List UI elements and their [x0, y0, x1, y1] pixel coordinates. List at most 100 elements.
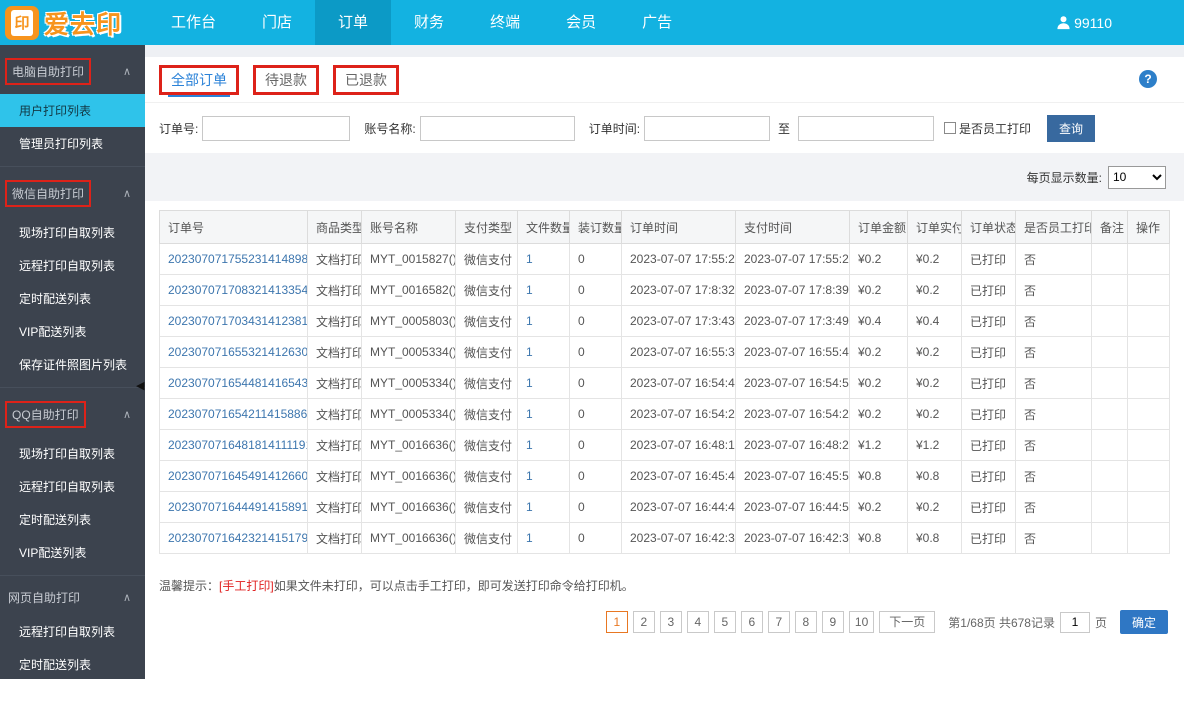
order-number-link[interactable]: 2023070716544814165437	[159, 367, 308, 399]
order-tabs-bar: 全部订单 待退款 已退款?	[145, 57, 1184, 103]
file-count-link[interactable]: 1	[517, 460, 570, 492]
table-cell: 2023-07-07 16:48:18	[621, 429, 736, 461]
page-button-5[interactable]: 5	[713, 611, 736, 633]
order-number-link[interactable]: 2023070716542114158869	[159, 398, 308, 430]
order-number-link[interactable]: 2023070716454914126607	[159, 460, 308, 492]
main-content: 全部订单 待退款 已退款? 订单号: 账号名称: 订单时间: 至 是否员工打印 查询…	[145, 45, 1184, 679]
sidebar-item[interactable]: 远程打印自取列表	[0, 615, 145, 648]
page-button-6[interactable]: 6	[740, 611, 763, 633]
sidebar-item[interactable]: 用户打印列表	[0, 94, 145, 127]
sidebar-item[interactable]: 现场打印自取列表	[0, 437, 145, 470]
sidebar-section-header[interactable]: 电脑自助打印 ∧	[0, 49, 145, 94]
sidebar-section-header[interactable]: 微信自助打印 ∧	[0, 171, 145, 216]
table-cell: 已打印	[961, 398, 1016, 430]
app-logo[interactable]: 印 爱去印	[0, 0, 148, 45]
page-button-3[interactable]: 3	[659, 611, 682, 633]
page-suffix-label: 页	[1094, 615, 1107, 630]
sidebar-item[interactable]: 保存证件照图片列表	[0, 348, 145, 381]
file-count-link[interactable]: 1	[517, 429, 570, 461]
sidebar-section-header[interactable]: QQ自助打印 ∧	[0, 392, 145, 437]
order-number-link[interactable]: 2023070716481814111191	[159, 429, 308, 461]
nav-item-终端[interactable]: 终端	[467, 0, 543, 45]
table-cell: 已打印	[961, 429, 1016, 461]
nav-item-会员[interactable]: 会员	[543, 0, 619, 45]
file-count-link[interactable]: 1	[517, 243, 570, 275]
order-number-link[interactable]: 2023070716423214151794	[159, 522, 308, 554]
table-cell	[1091, 305, 1128, 337]
user-badge[interactable]: 99110	[1056, 15, 1112, 31]
file-count-link[interactable]: 1	[517, 491, 570, 523]
table-cell: 微信支付	[455, 274, 518, 306]
chevron-up-icon: ∧	[122, 66, 131, 78]
order-time-from-input[interactable]	[644, 115, 771, 141]
sidebar-item[interactable]: VIP配送列表	[0, 536, 145, 569]
page-button-10[interactable]: 10	[848, 611, 875, 633]
order-time-to-input[interactable]	[798, 115, 935, 141]
file-count-link[interactable]: 1	[517, 336, 570, 368]
tab-全部订单[interactable]: 全部订单	[168, 68, 230, 97]
page-button-9[interactable]: 9	[821, 611, 844, 633]
order-number-link[interactable]: 2023070717034314123817	[159, 305, 308, 337]
pagesize-select[interactable]: 10	[1108, 165, 1166, 189]
pagesize-label: 每页显示数量:	[1026, 170, 1102, 185]
sidebar-item[interactable]: VIP配送列表	[0, 681, 145, 714]
table-cell: 否	[1015, 274, 1092, 306]
sidebar-item[interactable]: 现场打印自取列表	[0, 216, 145, 249]
file-count-link[interactable]: 1	[517, 398, 570, 430]
table-cell: 否	[1015, 460, 1092, 492]
logo-glyph: 印	[11, 9, 33, 36]
sidebar-item[interactable]: 定时配送列表	[0, 648, 145, 681]
page-button-8[interactable]: 8	[794, 611, 817, 633]
table-row: 2023070716544814165437 文档打印 MYT_0005334() 微…	[159, 367, 1170, 399]
goto-page-input[interactable]	[1059, 611, 1090, 633]
nav-item-门店[interactable]: 门店	[239, 0, 315, 45]
table-row: 2023070717552314148985 文档打印 MYT_0015827() 微…	[159, 243, 1170, 275]
order-number-link[interactable]: 2023070717552314148985	[159, 243, 308, 275]
sidebar-item[interactable]: 定时配送列表	[0, 282, 145, 315]
table-cell: 文档打印	[307, 367, 362, 399]
account-name-input[interactable]	[419, 115, 575, 141]
table-cell: 文档打印	[307, 336, 362, 368]
order-no-input[interactable]	[202, 115, 351, 141]
tab-待退款[interactable]: 待退款	[262, 69, 310, 95]
page-button-2[interactable]: 2	[632, 611, 655, 633]
file-count-link[interactable]: 1	[517, 522, 570, 554]
table-cell: 0	[569, 243, 622, 275]
tab-已退款[interactable]: 已退款	[342, 69, 390, 95]
order-number-link[interactable]: 2023070717083214133540	[159, 274, 308, 306]
hint-highlight[interactable]: [手工打印]	[219, 579, 274, 593]
hint-body: 如果文件未打印，可以点击手工打印，即可发送打印命令给打印机。	[273, 579, 634, 593]
column-header: 订单实付	[907, 210, 962, 244]
table-cell: 否	[1015, 243, 1092, 275]
next-page-button[interactable]: 下一页	[879, 611, 936, 633]
nav-item-订单[interactable]: 订单	[315, 0, 392, 45]
nav-item-财务[interactable]: 财务	[391, 0, 467, 45]
page-button-4[interactable]: 4	[686, 611, 709, 633]
table-cell	[1127, 367, 1170, 399]
page-button-7[interactable]: 7	[767, 611, 790, 633]
employee-print-checkbox[interactable]	[944, 122, 957, 134]
file-count-link[interactable]: 1	[517, 274, 570, 306]
file-count-link[interactable]: 1	[517, 305, 570, 337]
sidebar-item[interactable]: 远程打印自取列表	[0, 470, 145, 503]
sidebar-item[interactable]: 定时配送列表	[0, 503, 145, 536]
sidebar-section: 网页自助打印 ∧ 远程打印自取列表 定时配送列表 VIP配送列表	[0, 576, 145, 720]
nav-item-广告[interactable]: 广告	[619, 0, 695, 45]
sidebar-item[interactable]: 管理员打印列表	[0, 127, 145, 160]
table-cell: ¥0.4	[907, 305, 962, 337]
table-cell	[1127, 398, 1170, 430]
file-count-link[interactable]: 1	[517, 367, 570, 399]
order-number-link[interactable]: 2023070716444914158913	[159, 491, 308, 523]
help-icon[interactable]: ?	[1139, 70, 1157, 88]
page-button-1[interactable]: 1	[605, 611, 628, 633]
sidebar-item[interactable]: 远程打印自取列表	[0, 249, 145, 282]
search-button[interactable]: 查询	[1047, 114, 1096, 142]
content-top-gap	[145, 45, 1184, 57]
nav-item-工作台[interactable]: 工作台	[148, 0, 239, 45]
sidebar-item[interactable]: VIP配送列表	[0, 315, 145, 348]
order-number-link[interactable]: 2023070716553214126303	[159, 336, 308, 368]
table-cell: ¥0.2	[907, 398, 962, 430]
sidebar-section-header[interactable]: 网页自助打印 ∧	[0, 580, 145, 615]
confirm-button[interactable]: 确定	[1120, 610, 1168, 634]
sidebar-collapse-handle[interactable]: ◀	[136, 379, 144, 392]
